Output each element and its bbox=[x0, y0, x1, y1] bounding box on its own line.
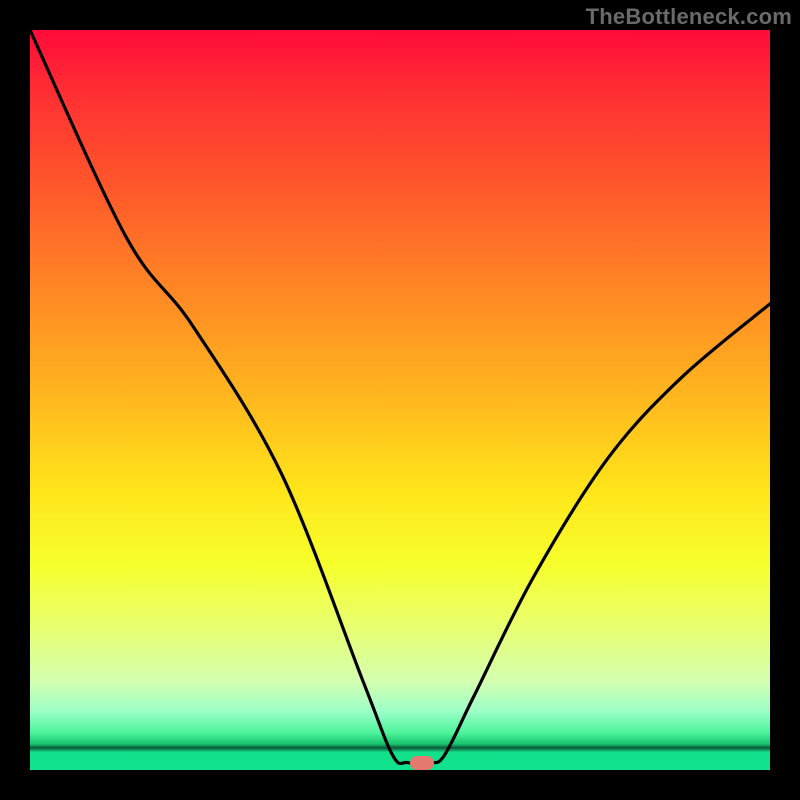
chart-frame: TheBottleneck.com bbox=[0, 0, 800, 800]
plot-area bbox=[30, 30, 770, 770]
bottleneck-curve bbox=[30, 30, 770, 770]
watermark: TheBottleneck.com bbox=[586, 4, 792, 30]
optimal-marker bbox=[410, 756, 434, 770]
